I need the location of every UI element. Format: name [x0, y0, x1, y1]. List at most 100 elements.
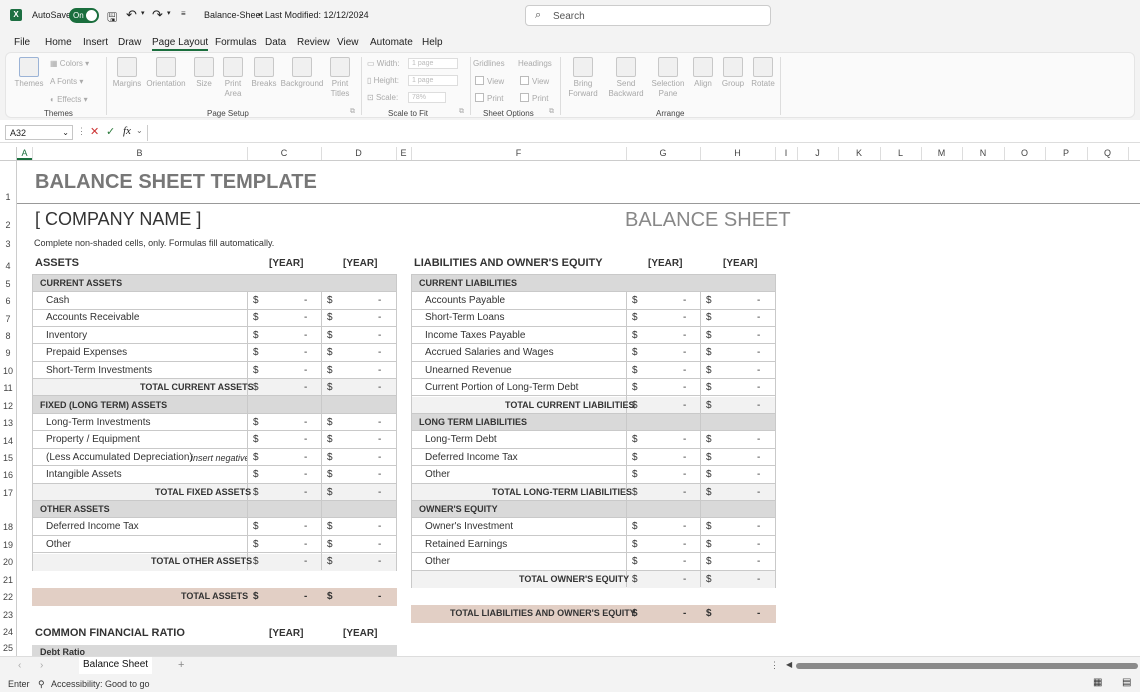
amount-cell[interactable]: -	[378, 312, 381, 323]
liability-deferred-tax-label[interactable]: Deferred Income Tax	[425, 452, 518, 463]
amount-cell[interactable]: -	[757, 347, 760, 358]
send-backward-button[interactable]: Send Backward	[606, 57, 646, 99]
tab-home[interactable]: Home	[45, 37, 72, 48]
liability-ltd-label[interactable]: Long-Term Debt	[425, 434, 497, 445]
total-assets-value[interactable]: -	[304, 591, 307, 602]
amount-cell[interactable]: -	[757, 539, 760, 550]
amount-cell[interactable]: -	[683, 330, 686, 341]
row-header[interactable]: 18	[0, 522, 16, 532]
column-header-b[interactable]: B	[32, 148, 247, 158]
effects-button[interactable]: ◐ Effects ▾	[50, 95, 88, 104]
row-header[interactable]: 20	[0, 557, 16, 567]
amount-cell[interactable]: -	[304, 365, 307, 376]
row-header[interactable]: 8	[0, 331, 16, 341]
print-area-button[interactable]: Print Area	[218, 57, 248, 99]
liabilities-header[interactable]: LIABILITIES AND OWNER'S EQUITY	[414, 257, 603, 269]
amount-cell[interactable]: -	[304, 417, 307, 428]
amount-cell[interactable]: -	[683, 382, 686, 393]
year-header[interactable]: [YEAR]	[343, 258, 377, 269]
selection-pane-button[interactable]: Selection Pane	[650, 57, 686, 99]
amount-cell[interactable]: -	[757, 574, 760, 585]
row-header[interactable]: 6	[0, 296, 16, 306]
long-term-liabilities-label[interactable]: LONG TERM LIABILITIES	[419, 417, 527, 427]
column-header-p[interactable]: P	[1045, 148, 1087, 158]
amount-cell[interactable]: -	[378, 539, 381, 550]
cancel-icon[interactable]: ✕	[90, 125, 99, 138]
prev-sheet-icon[interactable]: ‹	[18, 660, 21, 671]
column-header-i[interactable]: I	[775, 148, 797, 158]
themes-button[interactable]: Themes	[14, 57, 44, 89]
amount-cell[interactable]: -	[683, 556, 686, 567]
amount-cell[interactable]: -	[304, 521, 307, 532]
chevron-down-icon[interactable]: ⌄	[358, 9, 365, 18]
page-layout-view-icon[interactable]: ▤	[1122, 677, 1131, 688]
amount-cell[interactable]: -	[683, 400, 686, 411]
instructions-text[interactable]: Complete non-shaded cells, only. Formula…	[34, 238, 274, 248]
asset-inventory-label[interactable]: Inventory	[46, 330, 87, 341]
tab-draw[interactable]: Draw	[118, 37, 141, 48]
amount-cell[interactable]: -	[378, 469, 381, 480]
name-box[interactable]: A32 ⌄	[5, 125, 73, 140]
amount-cell[interactable]: -	[378, 330, 381, 341]
more-options-icon[interactable]: ⋮	[770, 660, 779, 671]
amount-cell[interactable]: -	[757, 400, 760, 411]
column-header-a[interactable]: A	[17, 148, 32, 160]
asset-sti-label[interactable]: Short-Term Investments	[46, 365, 152, 376]
column-header-n[interactable]: N	[962, 148, 1004, 158]
financial-ratio-header[interactable]: COMMON FINANCIAL RATIO	[35, 627, 185, 639]
current-liabilities-label[interactable]: CURRENT LIABILITIES	[419, 278, 517, 288]
row-header[interactable]: 21	[0, 575, 16, 585]
amount-cell[interactable]: -	[304, 556, 307, 567]
scroll-left-icon[interactable]: ◀	[786, 660, 792, 669]
total-other-assets-label[interactable]: TOTAL OTHER ASSETS	[151, 556, 252, 566]
insert-function-icon[interactable]: fx	[123, 125, 131, 137]
row-header[interactable]: 25	[0, 643, 16, 653]
last-modified[interactable]: Last Modified: 12/12/2024	[265, 10, 369, 20]
column-header-g[interactable]: G	[626, 148, 700, 158]
redo-icon[interactable]: ↷	[152, 7, 163, 23]
print-titles-button[interactable]: Print Titles	[326, 57, 354, 99]
year-header[interactable]: [YEAR]	[723, 258, 757, 269]
company-name[interactable]: [ COMPANY NAME ]	[35, 209, 201, 230]
liability-cpltd-label[interactable]: Current Portion of Long-Term Debt	[425, 382, 578, 393]
sheet-options-launcher-icon[interactable]: ⧉	[549, 108, 554, 116]
owners-equity-label[interactable]: OWNER'S EQUITY	[419, 504, 498, 514]
column-header-c[interactable]: C	[247, 148, 321, 158]
amount-cell[interactable]: -	[378, 365, 381, 376]
column-header-m[interactable]: M	[921, 148, 962, 158]
amount-cell[interactable]: -	[683, 469, 686, 480]
assets-header[interactable]: ASSETS	[35, 257, 79, 269]
amount-cell[interactable]: -	[304, 295, 307, 306]
tab-automate[interactable]: Automate	[370, 37, 413, 48]
asset-depreciation-label[interactable]: (Less Accumulated Depreciation)	[46, 452, 193, 463]
amount-cell[interactable]: -	[378, 347, 381, 358]
scale-spinner[interactable]: 78%	[408, 92, 446, 103]
row-header[interactable]: 1	[0, 192, 16, 202]
column-header-d[interactable]: D	[321, 148, 396, 158]
background-button[interactable]: Background	[280, 57, 324, 89]
amount-cell[interactable]: -	[683, 365, 686, 376]
year-header[interactable]: [YEAR]	[343, 628, 377, 639]
amount-cell[interactable]: -	[757, 312, 760, 323]
asset-prepaid-label[interactable]: Prepaid Expenses	[46, 347, 127, 358]
amount-cell[interactable]: -	[304, 452, 307, 463]
search-box[interactable]: ⌕ Search	[525, 5, 771, 26]
undo-icon[interactable]: ↶	[126, 7, 137, 23]
amount-cell[interactable]: -	[683, 487, 686, 498]
amount-cell[interactable]: -	[304, 469, 307, 480]
enter-icon[interactable]: ✓	[106, 125, 115, 138]
row-header[interactable]: 2	[0, 220, 16, 230]
tab-view[interactable]: View	[337, 37, 359, 48]
amount-cell[interactable]: -	[683, 434, 686, 445]
total-owners-equity-label[interactable]: TOTAL OWNER'S EQUITY	[519, 574, 629, 584]
amount-cell[interactable]: -	[757, 521, 760, 532]
year-header[interactable]: [YEAR]	[269, 628, 303, 639]
add-sheet-icon[interactable]: +	[178, 659, 184, 671]
balance-sheet-heading[interactable]: BALANCE SHEET	[625, 209, 791, 232]
amount-cell[interactable]: -	[683, 539, 686, 550]
bring-forward-button[interactable]: Bring Forward	[566, 57, 600, 99]
amount-cell[interactable]: -	[757, 382, 760, 393]
amount-cell[interactable]: -	[683, 574, 686, 585]
row-header[interactable]: 7	[0, 314, 16, 324]
amount-cell[interactable]: -	[304, 434, 307, 445]
